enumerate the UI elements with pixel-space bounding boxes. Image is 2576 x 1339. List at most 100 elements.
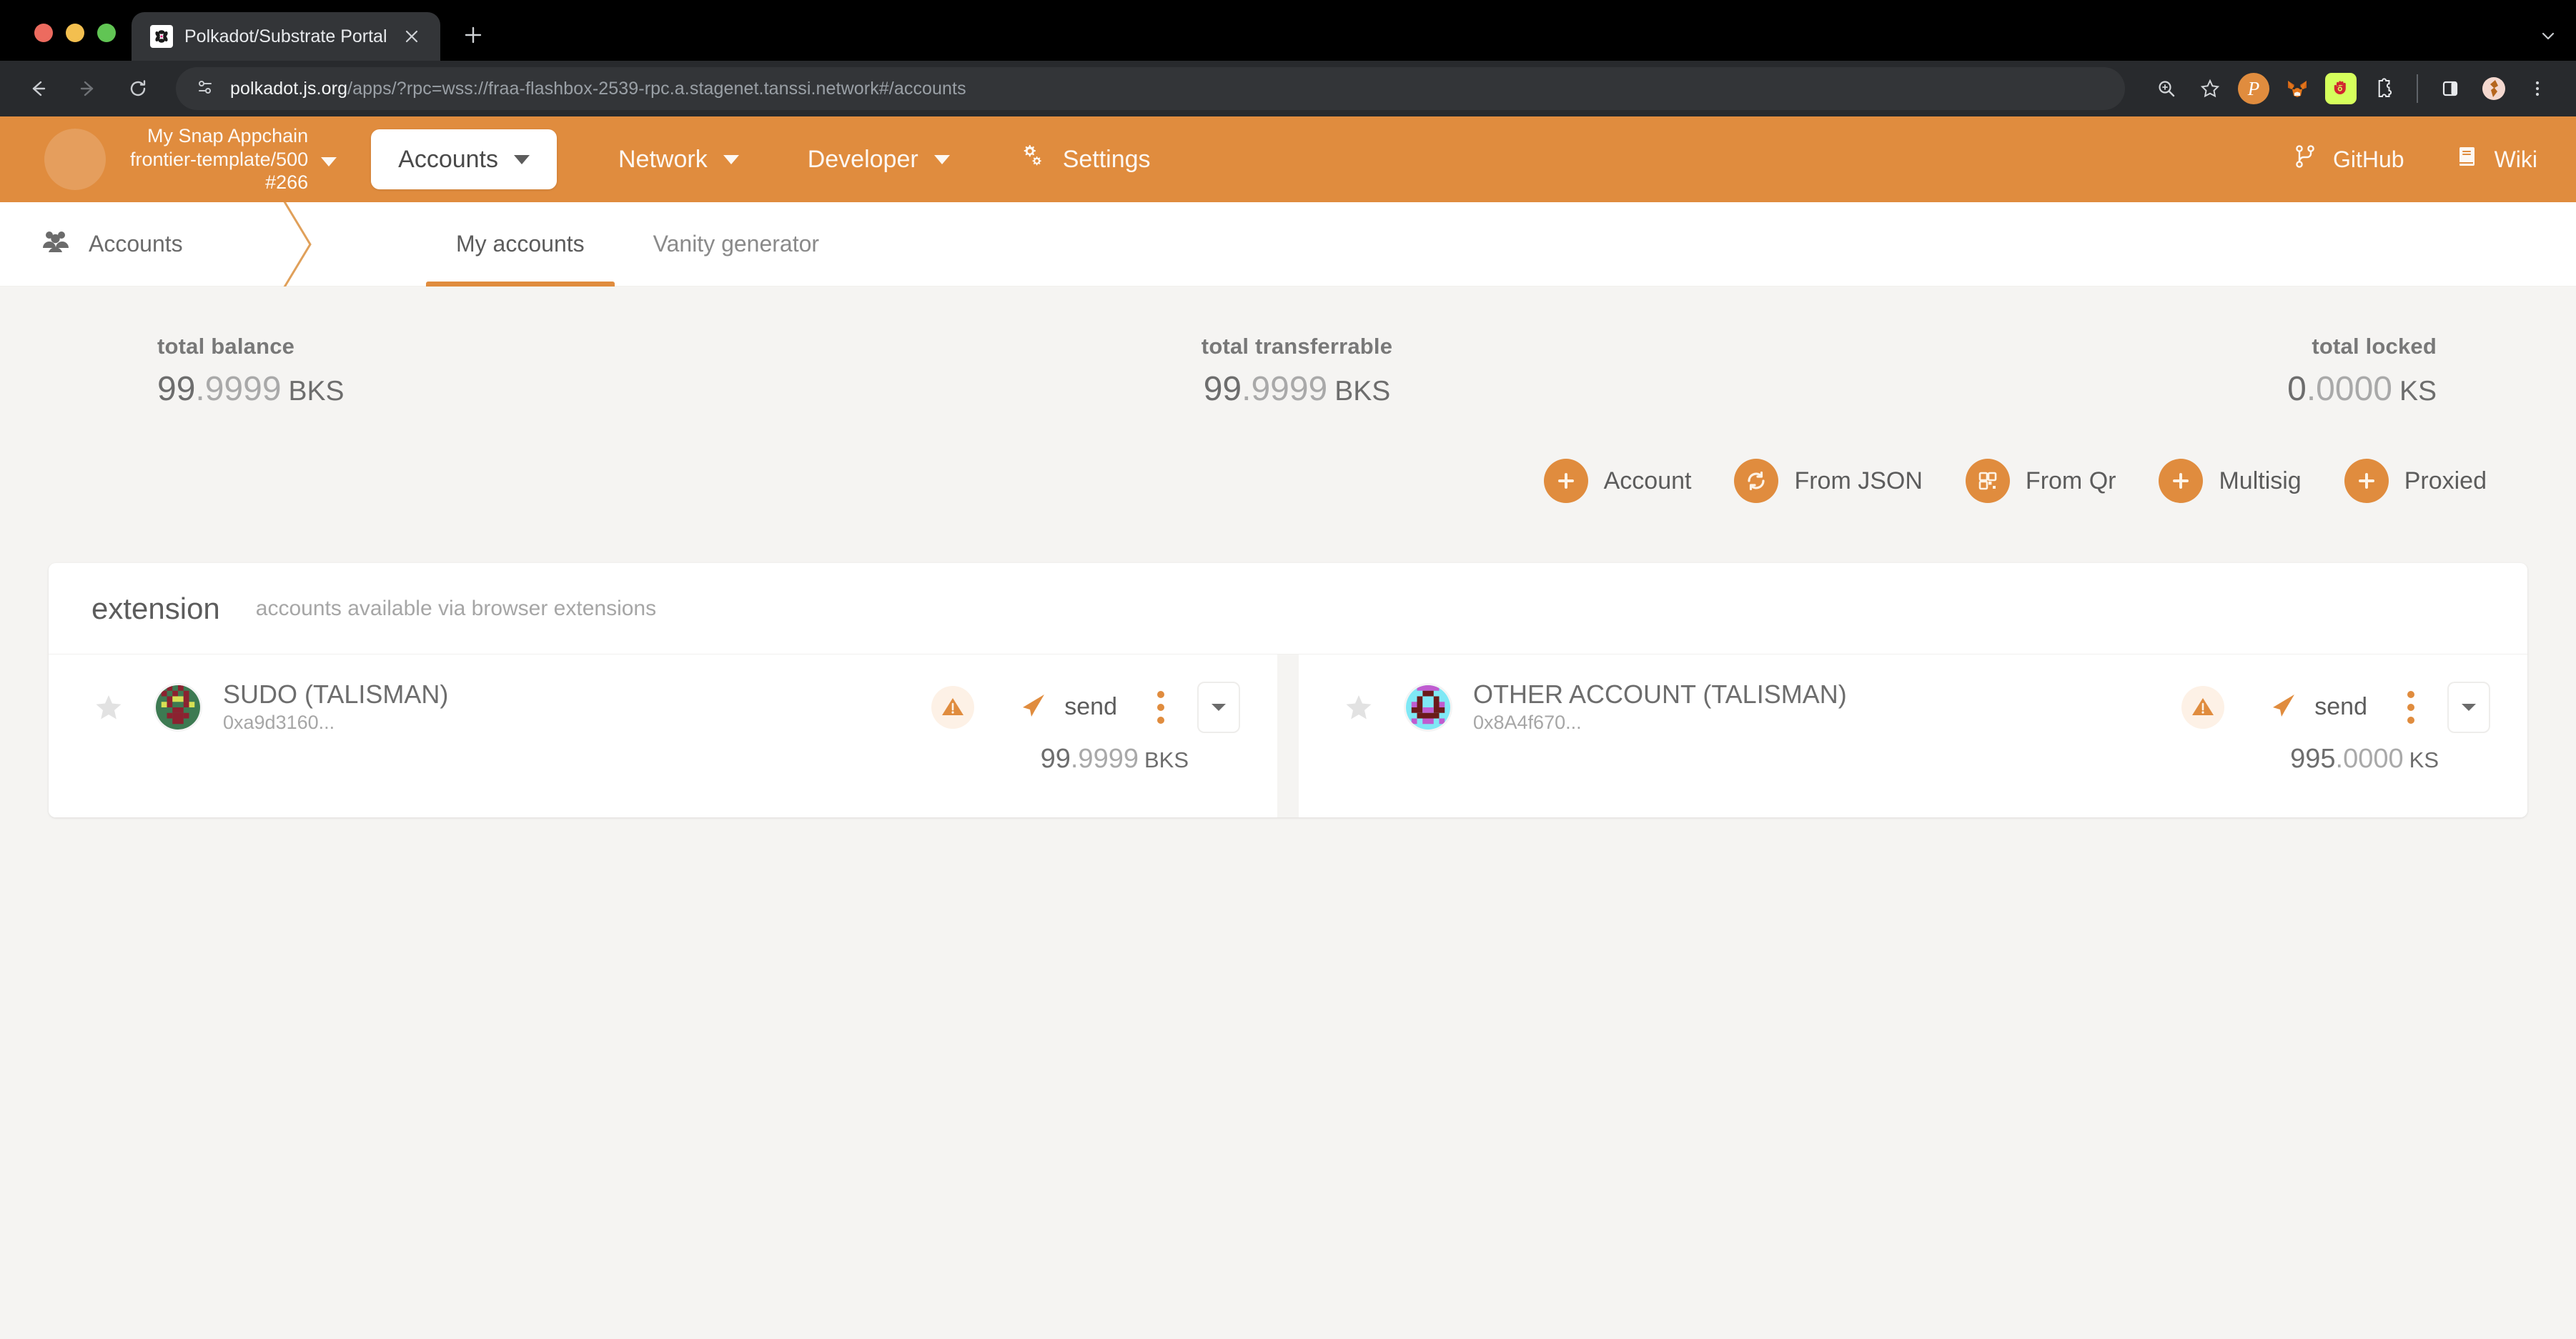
add-account-button[interactable]: Account	[1543, 459, 1692, 503]
tab-my-accounts[interactable]: My accounts	[422, 202, 619, 287]
reload-icon[interactable]	[116, 66, 160, 111]
kebab-menu-icon[interactable]	[1150, 688, 1171, 727]
send-button[interactable]: send	[1019, 690, 1117, 724]
balance-dec: .0000	[2335, 744, 2404, 775]
nav-menu-settings[interactable]: Settings	[1011, 129, 1158, 189]
expand-row-button[interactable]	[2447, 681, 2490, 733]
identicon-other	[1406, 685, 1450, 730]
value-int: 99	[157, 370, 196, 408]
identicon-sudo	[156, 685, 200, 730]
chain-block-number: #266	[265, 171, 309, 194]
paper-plane-icon	[1019, 690, 1049, 724]
forward-arrow-icon	[66, 66, 110, 111]
extension-panel-subtitle: accounts available via browser extension…	[255, 596, 657, 620]
browser-toolbar: polkadot.js.org/apps/?rpc=wss://fraa-fla…	[0, 61, 2576, 116]
nav-menu-developer[interactable]: Developer	[801, 129, 957, 189]
chain-name: My Snap Appchain	[147, 124, 309, 146]
url-path: /apps/?rpc=wss://fraa-flashbox-2539-rpc.…	[347, 78, 966, 99]
browser-tabstrip: Polkadot/Substrate Portal	[0, 0, 2576, 61]
add-from-qr-button[interactable]: From Qr	[1965, 459, 2116, 503]
send-button-label: send	[1064, 693, 1117, 721]
chevron-down-icon	[723, 154, 739, 164]
close-window-button[interactable]	[34, 24, 53, 42]
table-row: SUDO (TALISMAN) 0xa9d3160... send 99.999…	[49, 654, 1277, 817]
qr-code-icon	[1965, 459, 2010, 503]
restore-from-json-button[interactable]: From JSON	[1734, 459, 1923, 503]
breadcrumb: Accounts	[0, 202, 279, 287]
balance-unit: KS	[2409, 747, 2439, 773]
value-int: 99	[1203, 370, 1242, 408]
row-separator	[1284, 654, 1292, 817]
chain-selector[interactable]: My Snap Appchain frontier-template/500 #…	[130, 124, 337, 195]
profile-avatar-icon[interactable]	[2474, 69, 2514, 109]
account-row-main: SUDO (TALISMAN) 0xa9d3160... send	[49, 680, 1277, 734]
browser-window: Polkadot/Substrate Portal polkadot.js.or…	[0, 0, 2576, 1339]
balance-int: 995	[2290, 744, 2336, 775]
summary-total-locked-label: total locked	[2312, 334, 2437, 359]
app-tabs: My accounts Vanity generator	[422, 202, 853, 287]
zoom-search-icon[interactable]	[2146, 69, 2186, 109]
chevron-down-icon	[933, 154, 950, 164]
account-identity: SUDO (TALISMAN) 0xa9d3160...	[223, 680, 448, 734]
account-identity: OTHER ACCOUNT (TALISMAN) 0x8A4f670...	[1473, 680, 1847, 734]
polkadot-app: My Snap Appchain frontier-template/500 #…	[0, 116, 2576, 1339]
add-multisig-label: Multisig	[2219, 467, 2302, 494]
metamask-extension-icon[interactable]	[2277, 69, 2317, 109]
warning-triangle-icon[interactable]	[931, 685, 975, 729]
expand-row-button[interactable]	[1197, 681, 1240, 733]
browser-tab[interactable]: Polkadot/Substrate Portal	[132, 12, 440, 61]
value-dec: .9999	[195, 370, 282, 408]
warning-triangle-icon[interactable]	[2181, 685, 2225, 729]
chrome-menu-icon[interactable]	[2517, 69, 2557, 109]
add-multisig-button[interactable]: Multisig	[2159, 459, 2302, 503]
value-unit: KS	[2399, 376, 2437, 407]
balance-dec: .9999	[1070, 744, 1139, 775]
github-link[interactable]: GitHub	[2292, 143, 2404, 176]
value-unit: BKS	[1334, 376, 1391, 407]
extension-panel-title: extension	[91, 591, 220, 625]
account-balance: 995.0000 KS	[1299, 734, 2527, 775]
star-icon[interactable]	[91, 690, 126, 725]
summary-total-locked-value: 0.0000 KS	[1677, 369, 2437, 409]
add-account-label: Account	[1603, 467, 1692, 494]
plus-icon[interactable]	[453, 15, 493, 55]
polkadot-favicon	[150, 25, 173, 48]
balance-summary: total balance 99.9999 BKS total transferr…	[0, 287, 2576, 409]
app-tabrow: Accounts My accounts Vanity generator	[0, 202, 2576, 287]
account-address[interactable]: 0xa9d3160...	[223, 712, 448, 734]
polkadot-extension-icon[interactable]: P	[2234, 69, 2274, 109]
bookmark-star-icon[interactable]	[2190, 69, 2230, 109]
add-proxied-button[interactable]: Proxied	[2344, 459, 2487, 503]
summary-total-balance-label: total balance	[157, 334, 295, 359]
star-icon[interactable]	[1342, 690, 1376, 725]
chevron-down-icon[interactable]	[321, 156, 337, 166]
send-button[interactable]: send	[2269, 690, 2367, 724]
extensions-puzzle-icon[interactable]	[2364, 69, 2404, 109]
balance-unit: BKS	[1144, 747, 1189, 773]
balance-int: 99	[1040, 744, 1071, 775]
summary-total-locked: total locked 0.0000 KS	[1677, 334, 2490, 409]
nav-menu-accounts[interactable]: Accounts	[371, 129, 557, 189]
address-bar[interactable]: polkadot.js.org/apps/?rpc=wss://fraa-fla…	[176, 67, 2125, 110]
value-int: 0	[2287, 370, 2307, 408]
restore-from-json-label: From JSON	[1794, 467, 1923, 494]
minimize-window-button[interactable]	[66, 24, 84, 42]
book-icon	[2454, 144, 2480, 175]
account-actions: Account From JSON From Qr Multisig Proxi…	[0, 409, 2576, 503]
back-arrow-icon[interactable]	[16, 66, 60, 111]
talisman-extension-icon[interactable]	[2321, 69, 2361, 109]
nav-menu-network[interactable]: Network	[611, 129, 746, 189]
side-panel-icon[interactable]	[2430, 69, 2470, 109]
maximize-window-button[interactable]	[97, 24, 116, 42]
chevron-down-icon[interactable]	[2539, 26, 2557, 49]
close-icon[interactable]	[399, 24, 425, 49]
wiki-link[interactable]: Wiki	[2454, 144, 2537, 175]
breadcrumb-label: Accounts	[89, 231, 183, 257]
address-bar-text: polkadot.js.org/apps/?rpc=wss://fraa-fla…	[230, 79, 966, 99]
tab-vanity-generator[interactable]: Vanity generator	[619, 202, 853, 287]
site-settings-icon[interactable]	[194, 76, 216, 101]
kebab-menu-icon[interactable]	[2400, 688, 2422, 727]
account-address[interactable]: 0x8A4f670...	[1473, 712, 1847, 734]
window-traffic-lights	[21, 24, 132, 61]
chain-logo	[44, 129, 106, 190]
